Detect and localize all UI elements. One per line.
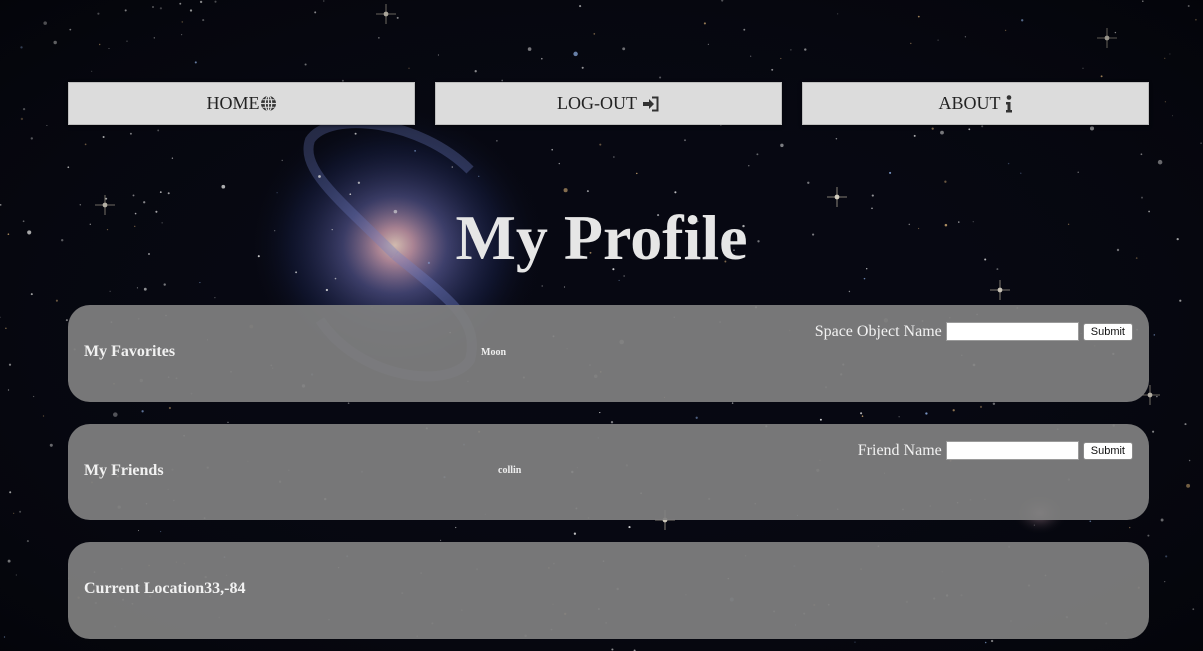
nav-logout-label: LOG-OUT bbox=[557, 93, 637, 113]
favorites-submit-button[interactable]: Submit bbox=[1082, 322, 1133, 341]
nav-home-button[interactable]: HOME bbox=[68, 82, 415, 125]
friends-submit-button[interactable]: Submit bbox=[1082, 441, 1133, 460]
location-heading: Current Location bbox=[84, 580, 205, 597]
current-location: Current Location33,-84 bbox=[84, 580, 245, 598]
nav-about-label: ABOUT bbox=[938, 93, 1001, 113]
nav-about-button[interactable]: ABOUT bbox=[802, 82, 1149, 125]
favorites-form: Space Object Name Submit bbox=[815, 322, 1133, 341]
nav-logout-button[interactable]: LOG-OUT bbox=[435, 82, 782, 125]
location-panel: Current Location33,-84 bbox=[68, 542, 1149, 639]
friend-item: collin bbox=[498, 465, 522, 476]
globe-icon bbox=[260, 95, 277, 112]
info-icon bbox=[1005, 94, 1013, 113]
friends-form: Friend Name Submit bbox=[858, 441, 1133, 460]
page-title: My Profile bbox=[455, 202, 748, 273]
space-object-name-label: Space Object Name bbox=[814, 322, 942, 340]
friend-name-label: Friend Name bbox=[857, 441, 942, 459]
sign-in-icon bbox=[642, 96, 660, 112]
friends-heading: My Friends bbox=[84, 462, 164, 479]
favorites-heading: My Favorites bbox=[84, 343, 176, 360]
space-object-name-input[interactable] bbox=[945, 322, 1079, 341]
nav-home-label: HOME bbox=[206, 93, 260, 113]
friends-panel: My Friends collin Friend Name Submit bbox=[68, 424, 1149, 520]
location-value: 33,-84 bbox=[204, 580, 246, 597]
favorite-item: Moon bbox=[481, 347, 506, 358]
favorites-panel: My Favorites Moon Space Object Name Subm… bbox=[68, 305, 1149, 402]
friend-name-input[interactable] bbox=[945, 441, 1079, 460]
